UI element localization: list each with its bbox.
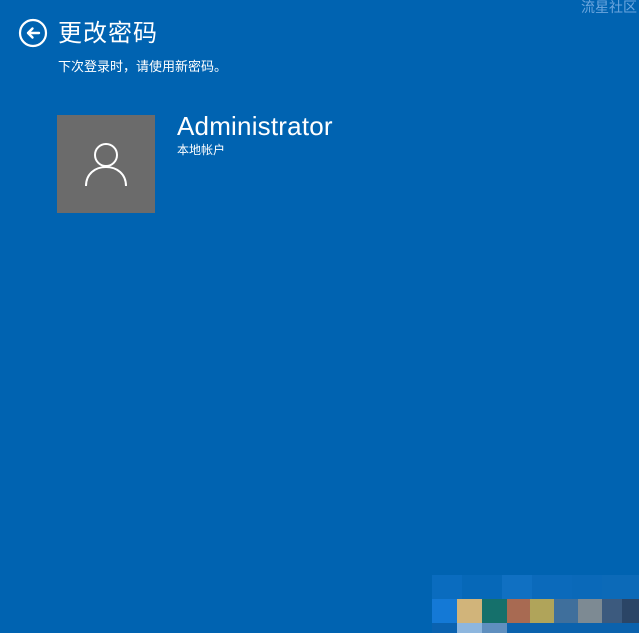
page-title: 更改密码 [58, 19, 158, 47]
user-silhouette-icon [85, 143, 127, 187]
page-subtitle: 下次登录时，请使用新密码。 [58, 60, 228, 75]
back-button[interactable] [18, 18, 48, 48]
account-card: Administrator 本地帐户 [57, 111, 333, 213]
watermark-mosaic [432, 575, 639, 633]
page-header: 更改密码 [18, 18, 158, 48]
watermark-text: 流星社区 [581, 0, 637, 16]
account-type: 本地帐户 [177, 143, 226, 157]
back-arrow-circle-icon [18, 18, 48, 48]
avatar [57, 115, 155, 213]
account-info: Administrator 本地帐户 [177, 110, 333, 213]
account-name: Administrator [177, 111, 333, 141]
